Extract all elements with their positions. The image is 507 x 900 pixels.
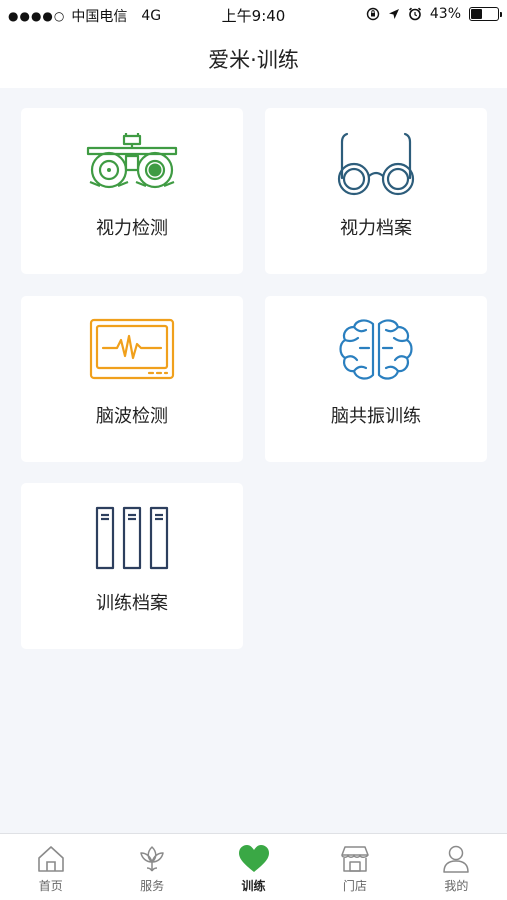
status-right: 43% [366,6,502,22]
heart-icon [238,845,269,872]
glasses-icon [337,132,415,196]
tab-label: 训练 [241,879,266,893]
tab-mine[interactable]: 我的 [406,834,507,900]
battery-percent: 43% [429,6,461,22]
tab-service[interactable]: 服务 [101,834,202,900]
store-icon [341,846,369,872]
card-vision-records[interactable]: 视力档案 [265,108,487,274]
lotus-icon [140,846,164,872]
card-label: 脑共振训练 [331,406,421,427]
rotation-lock-icon [366,7,380,21]
card-vision-test[interactable]: 视力检测 [21,108,243,274]
tab-training[interactable]: 训练 [203,834,304,900]
page-title: 爱米·训练 [208,48,299,72]
alarm-icon [408,7,421,21]
tab-home[interactable]: 首页 [0,834,101,900]
status-bar: ●●●●○ 中国电信 4G 上午9:40 43% [0,0,507,30]
card-training-records[interactable]: 训练档案 [21,483,243,649]
tab-label: 首页 [38,879,63,893]
monitor-heartbeat-icon [89,318,175,380]
card-brainwave-test[interactable]: 脑波检测 [21,296,243,462]
tab-label: 门店 [342,879,367,893]
brain-icon [339,319,413,380]
tab-store[interactable]: 门店 [304,834,405,900]
battery-fill [471,9,483,19]
nav-header: 爱米·训练 [0,30,507,88]
binders-icon [95,506,169,570]
card-label: 视力检测 [96,218,168,239]
battery-icon [469,7,502,21]
card-label: 视力档案 [340,218,412,239]
tab-label: 我的 [444,879,469,893]
card-brain-resonance-training[interactable]: 脑共振训练 [265,296,487,462]
card-label: 训练档案 [96,593,168,614]
home-icon [37,846,64,872]
tab-label: 服务 [140,879,165,893]
phoropter-icon [86,133,178,189]
location-arrow-icon [388,9,399,19]
card-label: 脑波检测 [96,406,168,427]
user-icon [443,845,470,873]
tab-bar: 首页 服务 训练 门店 我的 [0,833,507,900]
